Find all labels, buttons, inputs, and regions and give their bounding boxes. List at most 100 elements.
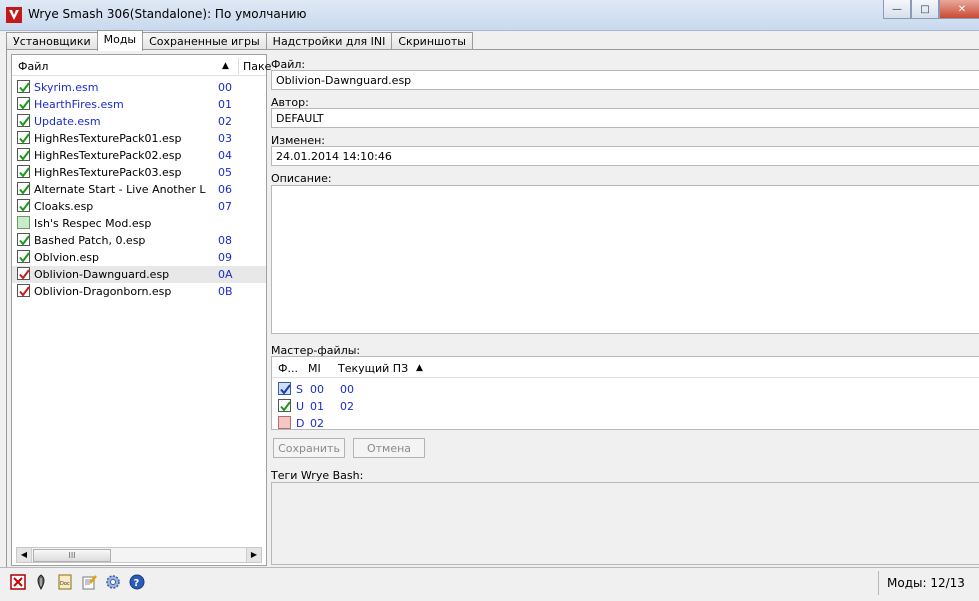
sort-ascending-icon: ▲ [222,61,229,71]
mod-list-item[interactable]: HighResTexturePack01.esp 03 [12,130,266,147]
master-list-item[interactable]: U 01 02 [272,398,979,415]
mod-list-item[interactable]: HighResTexturePack02.esp 04 [12,147,266,164]
checkmark-icon [19,252,30,263]
wrye-smash-logo-icon [6,7,22,23]
close-x-icon[interactable] [10,574,26,590]
mods-list[interactable]: Файл ▲ Паке Skyrim.esm 00 HearthFires.esm 0… [11,54,271,566]
checkmark-icon [19,269,30,280]
save-button[interactable]: Сохранить [273,438,345,458]
mod-name: HighResTexturePack01.esp [34,132,182,145]
mod-checkbox[interactable] [17,284,30,297]
master-current-index: 02 [340,400,354,413]
column-header-current-load-order[interactable]: Текущий ПЗ [338,362,408,375]
column-header-file[interactable]: Файл [18,60,48,73]
mod-checkbox[interactable] [17,97,30,110]
checkmark-icon [19,82,30,93]
tab-screenshots[interactable]: Скриншоты [391,32,473,50]
maximize-button[interactable]: □ [911,0,939,19]
masters-list-header: Ф... MI Текущий ПЗ ▲ [272,357,979,378]
mod-name: Bashed Patch, 0.esp [34,234,146,247]
skyrim-launch-icon[interactable] [33,574,49,590]
master-checkbox[interactable] [278,399,291,412]
mod-list-item[interactable]: HearthFires.esm 01 [12,96,266,113]
checkmark-icon [19,201,30,212]
column-header-mi[interactable]: MI [308,362,321,375]
mod-list-item[interactable]: Cloaks.esp 07 [12,198,266,215]
checkmark-icon [19,184,30,195]
status-separator [878,571,879,595]
mod-checkbox[interactable] [17,267,30,280]
mod-checkbox[interactable] [17,114,30,127]
mod-checkbox[interactable] [17,80,30,93]
mod-name: Cloaks.esp [34,200,94,213]
mod-list-item[interactable]: HighResTexturePack03.esp 05 [12,164,266,181]
column-header-package[interactable]: Паке [238,58,271,74]
checkmark-icon [280,401,291,412]
master-list-item[interactable]: D 02 [272,415,979,430]
tab-mods[interactable]: Моды [96,30,144,51]
mod-load-index: 03 [218,132,232,145]
minimize-button[interactable]: — [883,0,911,19]
file-name-field[interactable]: Oblivion-Dawnguard.esp [271,70,979,90]
master-checkbox[interactable] [278,382,291,395]
close-button[interactable]: ✕ [939,0,979,19]
mod-checkbox[interactable] [17,131,30,144]
bash-tags-box[interactable] [271,482,979,565]
mod-list-item[interactable]: Ish's Respec Mod.esp [12,215,266,232]
mod-checkbox[interactable] [17,182,30,195]
mod-checkbox[interactable] [17,165,30,178]
master-checkbox[interactable] [278,416,291,429]
mod-checkbox[interactable] [17,250,30,263]
description-textarea[interactable] [271,185,979,334]
doc-browser-icon[interactable]: Doc [57,574,73,590]
mod-checkbox[interactable] [17,148,30,161]
master-file-name: S [296,383,303,396]
mod-list-item[interactable]: Oblivion-Dragonborn.esp 0B [12,283,266,300]
mod-checkbox[interactable] [17,233,30,246]
gear-settings-icon[interactable] [105,574,121,590]
horizontal-scrollbar[interactable]: ◀ III ▶ [16,547,262,563]
mod-list-item[interactable]: Skyrim.esm 00 [12,79,266,96]
mod-checkbox[interactable] [17,216,30,229]
master-file-name: U [296,400,305,413]
help-icon[interactable]: ? [129,574,145,590]
checkmark-icon [19,150,30,161]
modified-date-field[interactable]: 24.01.2014 14:10:46 [271,146,979,166]
master-file-name: D [296,417,305,430]
masters-list[interactable]: Ф... MI Текущий ПЗ ▲ S 00 00 U 01 02 D 02 [271,356,979,430]
mod-list-item[interactable]: Update.esm 02 [12,113,266,130]
mod-name: Oblvion.esp [34,251,99,264]
master-list-item[interactable]: S 00 00 [272,381,979,398]
scroll-left-icon[interactable]: ◀ [17,548,32,562]
tab-saved-games[interactable]: Сохраненные игры [142,32,267,50]
mod-list-item[interactable]: Bashed Patch, 0.esp 08 [12,232,266,249]
scroll-right-icon[interactable]: ▶ [246,548,261,562]
cancel-button[interactable]: Отмена [353,438,425,458]
description-label: Описание: [271,172,332,185]
tab-installers[interactable]: Установщики [6,32,98,50]
mod-name: Update.esm [34,115,101,128]
checkmark-icon [19,235,30,246]
notepad-edit-icon[interactable] [81,574,97,590]
mod-list-item[interactable]: Oblvion.esp 09 [12,249,266,266]
svg-text:?: ? [134,578,140,589]
mod-list-item[interactable]: Oblivion-Dawnguard.esp 0A [12,266,266,283]
mods-tab-panel: Файл ▲ Паке Skyrim.esm 00 HearthFires.esm 0… [6,49,979,568]
author-field[interactable]: DEFAULT [271,108,979,128]
mod-checkbox[interactable] [17,199,30,212]
mod-list-item[interactable]: Alternate Start - Live Another Life.esp 0… [12,181,266,198]
master-index: 02 [310,417,324,430]
mod-name: Oblivion-Dawnguard.esp [34,268,170,281]
title-bar: Wrye Smash 306(Standalone): По умолчанию… [0,0,979,31]
mod-name: Ish's Respec Mod.esp [34,217,152,230]
mod-load-index: 08 [218,234,232,247]
master-index: 00 [310,383,324,396]
mod-load-index: 04 [218,149,232,162]
scroll-thumb[interactable]: III [33,549,111,562]
mod-name: HearthFires.esm [34,98,124,111]
mod-load-index: 0B [218,285,233,298]
column-header-master-file[interactable]: Ф... [278,362,298,375]
mod-name: HighResTexturePack02.esp [34,149,182,162]
status-bar: Doc ? Моды: 12/13 [0,567,979,601]
tab-ini-tweaks[interactable]: Надстройки для INI [265,32,393,50]
